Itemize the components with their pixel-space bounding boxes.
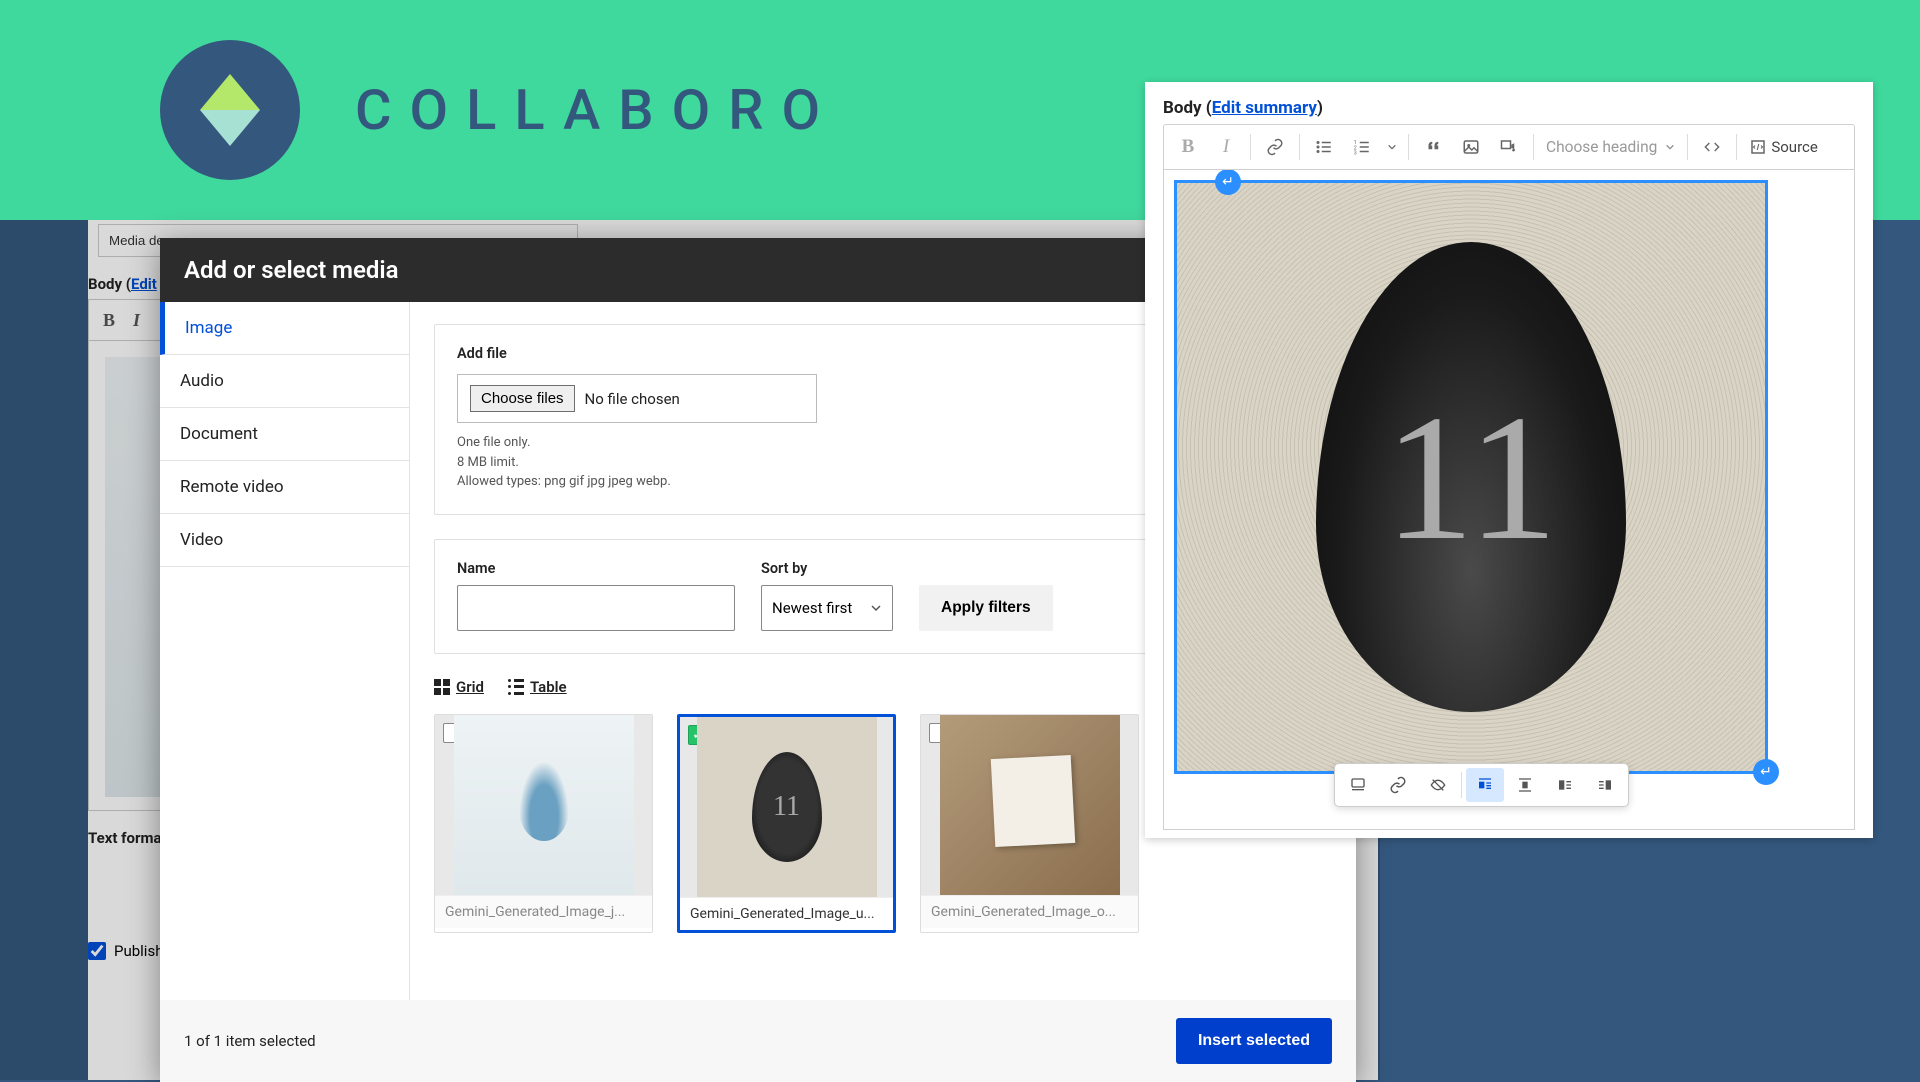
grid-icon — [434, 679, 450, 695]
sort-label: Sort by — [761, 560, 893, 577]
insert-selected-button[interactable]: Insert selected — [1176, 1018, 1332, 1064]
no-file-text: No file chosen — [585, 390, 680, 408]
svg-text:3: 3 — [1354, 151, 1357, 157]
selected-media-frame[interactable]: ↵ ↵ 11 — [1174, 180, 1768, 774]
view-table[interactable]: Table — [508, 678, 567, 696]
image-link-button[interactable] — [1379, 768, 1417, 802]
media-type-tabs: Image Audio Document Remote video Video — [160, 302, 410, 1000]
tab-video[interactable]: Video — [160, 514, 409, 567]
media-item[interactable]: ✓ Gemini_Generated_Image_u... — [677, 714, 896, 933]
chevron-down-icon — [870, 602, 882, 614]
heading-select[interactable]: Choose heading — [1540, 138, 1681, 156]
blockquote-button[interactable] — [1415, 129, 1451, 165]
image-button[interactable] — [1453, 129, 1489, 165]
bold-button[interactable]: B — [1170, 129, 1206, 165]
brand-logo — [160, 40, 300, 180]
media-caption: Gemini_Generated_Image_o... — [921, 895, 1138, 928]
media-button[interactable] — [1491, 129, 1527, 165]
image-float-toolbar — [1334, 763, 1629, 807]
tab-image[interactable]: Image — [160, 302, 409, 355]
media-item[interactable]: Gemini_Generated_Image_j... — [434, 714, 653, 933]
align-break-button[interactable] — [1466, 768, 1504, 802]
edit-summary-link[interactable]: Edit summary — [1212, 98, 1317, 118]
override-button[interactable] — [1419, 768, 1457, 802]
toggle-caption-button[interactable] — [1339, 768, 1377, 802]
bullet-list-button[interactable] — [1306, 129, 1342, 165]
tab-audio[interactable]: Audio — [160, 355, 409, 408]
editor-body[interactable]: ↵ ↵ 11 — [1163, 170, 1855, 830]
list-dropdown-button[interactable] — [1382, 129, 1402, 165]
editor-toolbar: B I 123 Choose heading — [1163, 124, 1855, 170]
list-icon — [508, 679, 524, 695]
brand-wordmark: COLLABORO — [355, 77, 838, 143]
view-grid[interactable]: Grid — [434, 678, 484, 696]
numbered-list-button[interactable]: 123 — [1344, 129, 1380, 165]
link-button[interactable] — [1257, 129, 1293, 165]
italic-button[interactable]: I — [1208, 129, 1244, 165]
apply-filters-button[interactable]: Apply filters — [919, 585, 1053, 631]
code-button[interactable] — [1694, 129, 1730, 165]
name-input[interactable] — [457, 585, 735, 631]
name-label: Name — [457, 560, 735, 577]
media-item[interactable]: Gemini_Generated_Image_o... — [920, 714, 1139, 933]
source-button[interactable]: Source — [1743, 129, 1823, 165]
align-right-button[interactable] — [1586, 768, 1624, 802]
tab-document[interactable]: Document — [160, 408, 409, 461]
modal-footer: 1 of 1 item selected Insert selected — [160, 1000, 1356, 1082]
body-label: Body (Edit summary) — [1163, 98, 1855, 118]
media-caption: Gemini_Generated_Image_u... — [680, 897, 893, 930]
selection-count: 1 of 1 item selected — [184, 1032, 316, 1050]
drag-handle-bottom[interactable]: ↵ — [1753, 759, 1779, 785]
inserted-image: 11 — [1177, 183, 1765, 771]
media-caption: Gemini_Generated_Image_j... — [435, 895, 652, 928]
drag-handle-top[interactable]: ↵ — [1215, 170, 1241, 195]
align-center-button[interactable] — [1506, 768, 1544, 802]
align-left-button[interactable] — [1546, 768, 1584, 802]
file-input-row[interactable]: Choose files No file chosen — [457, 374, 817, 423]
chevron-down-icon — [1665, 142, 1675, 152]
sort-select[interactable]: Newest first — [761, 585, 893, 631]
tab-remote-video[interactable]: Remote video — [160, 461, 409, 514]
choose-files-button[interactable]: Choose files — [470, 385, 575, 412]
body-editor-card: Body (Edit summary) B I 123 Choose he — [1145, 82, 1873, 838]
